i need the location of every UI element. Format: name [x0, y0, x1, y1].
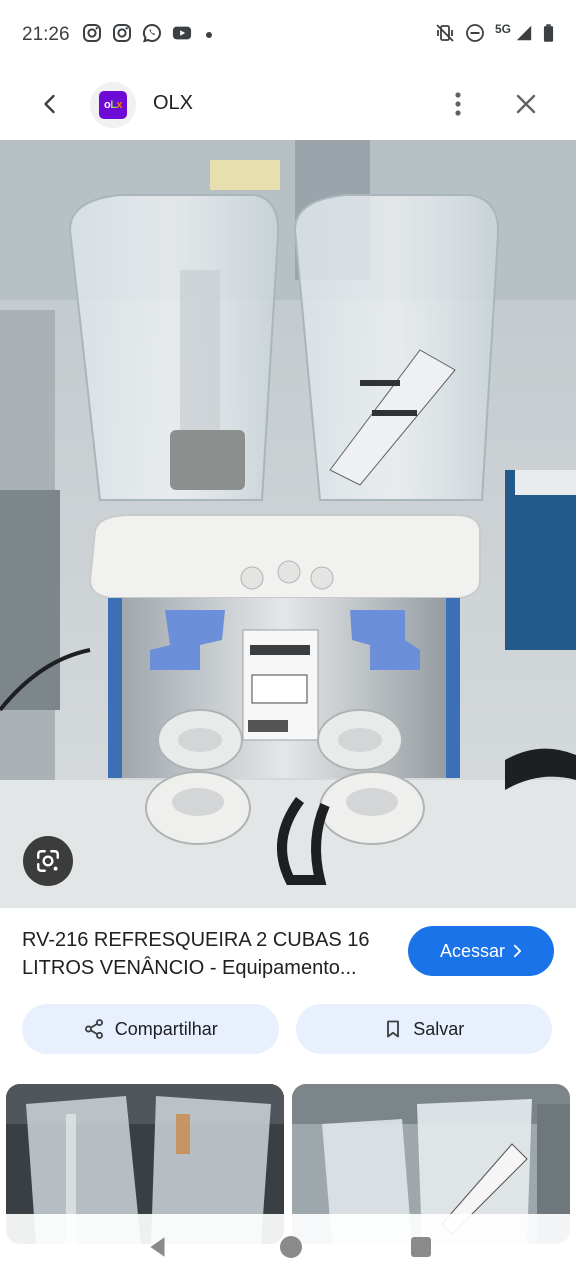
back-button[interactable] [36, 90, 64, 118]
olx-logo: oLx [99, 91, 127, 119]
site-name: OLX [153, 92, 194, 114]
bookmark-icon [387, 1020, 400, 1038]
arrow-back-icon [44, 94, 55, 114]
nav-back-button[interactable] [145, 1234, 171, 1260]
more-notifications-dot [205, 32, 212, 38]
close-icon [516, 94, 536, 114]
status-bar: 21:26 5G [0, 0, 576, 70]
lens-icon [37, 850, 59, 872]
youtube-icon [172, 23, 192, 48]
signal-icon [515, 23, 533, 48]
juice-dispenser-photo [0, 140, 576, 908]
more-vert-icon [455, 92, 461, 116]
status-time: 21:26 [22, 24, 70, 45]
nav-home-button[interactable] [279, 1236, 302, 1258]
result-title[interactable]: RV-216 REFRESQUEIRA 2 CUBAS 16 LITROS VE… [22, 926, 392, 982]
top-app-bar: oLx OLX [0, 70, 576, 138]
system-navigation-bar [0, 1214, 576, 1280]
visit-button-label: Acessar [439, 940, 506, 961]
google-lens-button[interactable] [23, 836, 73, 886]
share-button-label: Compartilhar [114, 1018, 218, 1039]
chevron-right-icon [513, 944, 522, 958]
instagram-icon [82, 23, 102, 48]
save-button[interactable]: Salvar [295, 1004, 552, 1054]
battery-icon [543, 23, 554, 48]
network-type: 5G [494, 22, 511, 36]
instagram-icon [112, 23, 132, 48]
notification-icons [82, 23, 212, 48]
site-favicon: oLx [90, 82, 136, 128]
vibrate-off-icon [435, 23, 455, 48]
whatsapp-icon [142, 23, 162, 48]
share-button[interactable]: Compartilhar [22, 1004, 279, 1054]
save-button-label: Salvar [413, 1018, 465, 1039]
share-icon [84, 1019, 103, 1039]
do-not-disturb-icon [465, 23, 485, 48]
close-button[interactable] [512, 90, 540, 118]
action-row: Compartilhar Salvar [22, 1004, 552, 1054]
product-image[interactable] [0, 140, 576, 908]
system-icons: 5G [435, 22, 554, 48]
nav-recents-button[interactable] [411, 1237, 432, 1257]
more-options-button[interactable] [446, 90, 470, 118]
visit-button[interactable]: Acessar [408, 926, 554, 976]
